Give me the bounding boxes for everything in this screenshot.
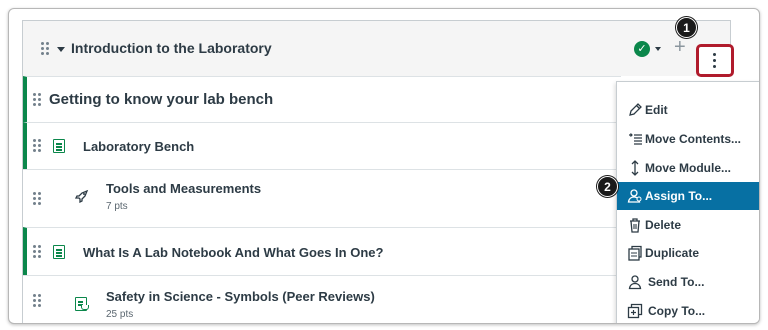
list-item[interactable]: Laboratory Bench [23, 122, 621, 169]
item-title[interactable]: Safety in Science - Symbols (Peer Review… [106, 289, 375, 304]
item-title[interactable]: Tools and Measurements [106, 181, 261, 196]
drag-handle-icon[interactable] [33, 139, 41, 153]
module-options-button[interactable] [696, 44, 734, 77]
menu-item-label: Delete [645, 218, 682, 232]
list-item[interactable]: What Is A Lab Notebook And What Goes In … [23, 227, 621, 275]
menu-item-label: Send To... [648, 275, 705, 289]
move-contents-icon [627, 131, 643, 147]
module-items-list: Getting to know your lab bench Laborator… [22, 76, 621, 323]
drag-handle-icon[interactable] [33, 92, 41, 107]
menu-item-label: Copy To... [648, 304, 706, 318]
module-title[interactable]: Introduction to the Laboratory [71, 40, 272, 56]
pencil-icon [627, 102, 643, 118]
trash-icon [627, 217, 643, 233]
menu-item-delete[interactable]: Delete [617, 211, 759, 239]
list-item[interactable]: Tools and Measurements 7 pts [23, 169, 621, 227]
menu-item-move-module[interactable]: Move Module... [617, 154, 759, 182]
menu-item-label: Move Contents... [645, 132, 742, 146]
drag-handle-icon[interactable] [33, 244, 41, 259]
menu-item-copy-to[interactable]: Copy To... [617, 297, 759, 323]
item-title[interactable]: What Is A Lab Notebook And What Goes In … [83, 245, 383, 260]
menu-item-label: Duplicate [645, 246, 700, 260]
item-points: 7 pts [106, 201, 128, 212]
module-header: Introduction to the Laboratory ✓ + [22, 20, 734, 77]
screenshot-frame: Introduction to the Laboratory ✓ + 1 Get… [8, 8, 760, 324]
module-options-menu: Edit Move Contents... Move Module... Ass… [616, 81, 759, 323]
move-module-icon [627, 160, 643, 176]
callout-2: 2 [597, 176, 618, 197]
item-title[interactable]: Getting to know your lab bench [49, 91, 273, 108]
menu-item-label: Edit [645, 103, 668, 117]
add-item-icon[interactable]: + [674, 36, 686, 59]
item-title[interactable]: Laboratory Bench [83, 139, 194, 154]
menu-item-move-contents[interactable]: Move Contents... [617, 125, 759, 153]
item-points: 25 pts [106, 309, 134, 320]
drag-handle-icon[interactable] [33, 293, 41, 308]
published-check-icon[interactable]: ✓ [634, 41, 650, 57]
menu-item-label: Move Module... [645, 161, 732, 175]
drag-handle-icon[interactable] [41, 42, 49, 56]
rocket-quiz-icon [75, 189, 89, 203]
list-item[interactable]: Getting to know your lab bench [23, 76, 621, 122]
list-item[interactable]: Safety in Science - Symbols (Peer Review… [23, 275, 621, 323]
drag-handle-icon[interactable] [33, 191, 41, 206]
page-icon [53, 139, 65, 153]
menu-item-assign-to[interactable]: Assign To... [617, 182, 759, 210]
menu-item-duplicate[interactable]: Duplicate [617, 239, 759, 267]
page-icon [53, 245, 65, 259]
assign-icon [627, 188, 643, 204]
menu-item-send-to[interactable]: Send To... [617, 268, 759, 296]
peer-review-icon [75, 297, 89, 311]
collapse-caret-icon[interactable] [57, 47, 65, 52]
duplicate-icon [627, 245, 643, 261]
send-icon [627, 274, 643, 290]
menu-item-edit[interactable]: Edit [617, 96, 759, 124]
publish-dropdown-caret-icon[interactable] [655, 47, 661, 51]
callout-1: 1 [676, 17, 697, 38]
menu-item-label: Assign To... [645, 189, 713, 203]
kebab-icon [713, 53, 717, 69]
copy-icon [627, 303, 643, 319]
